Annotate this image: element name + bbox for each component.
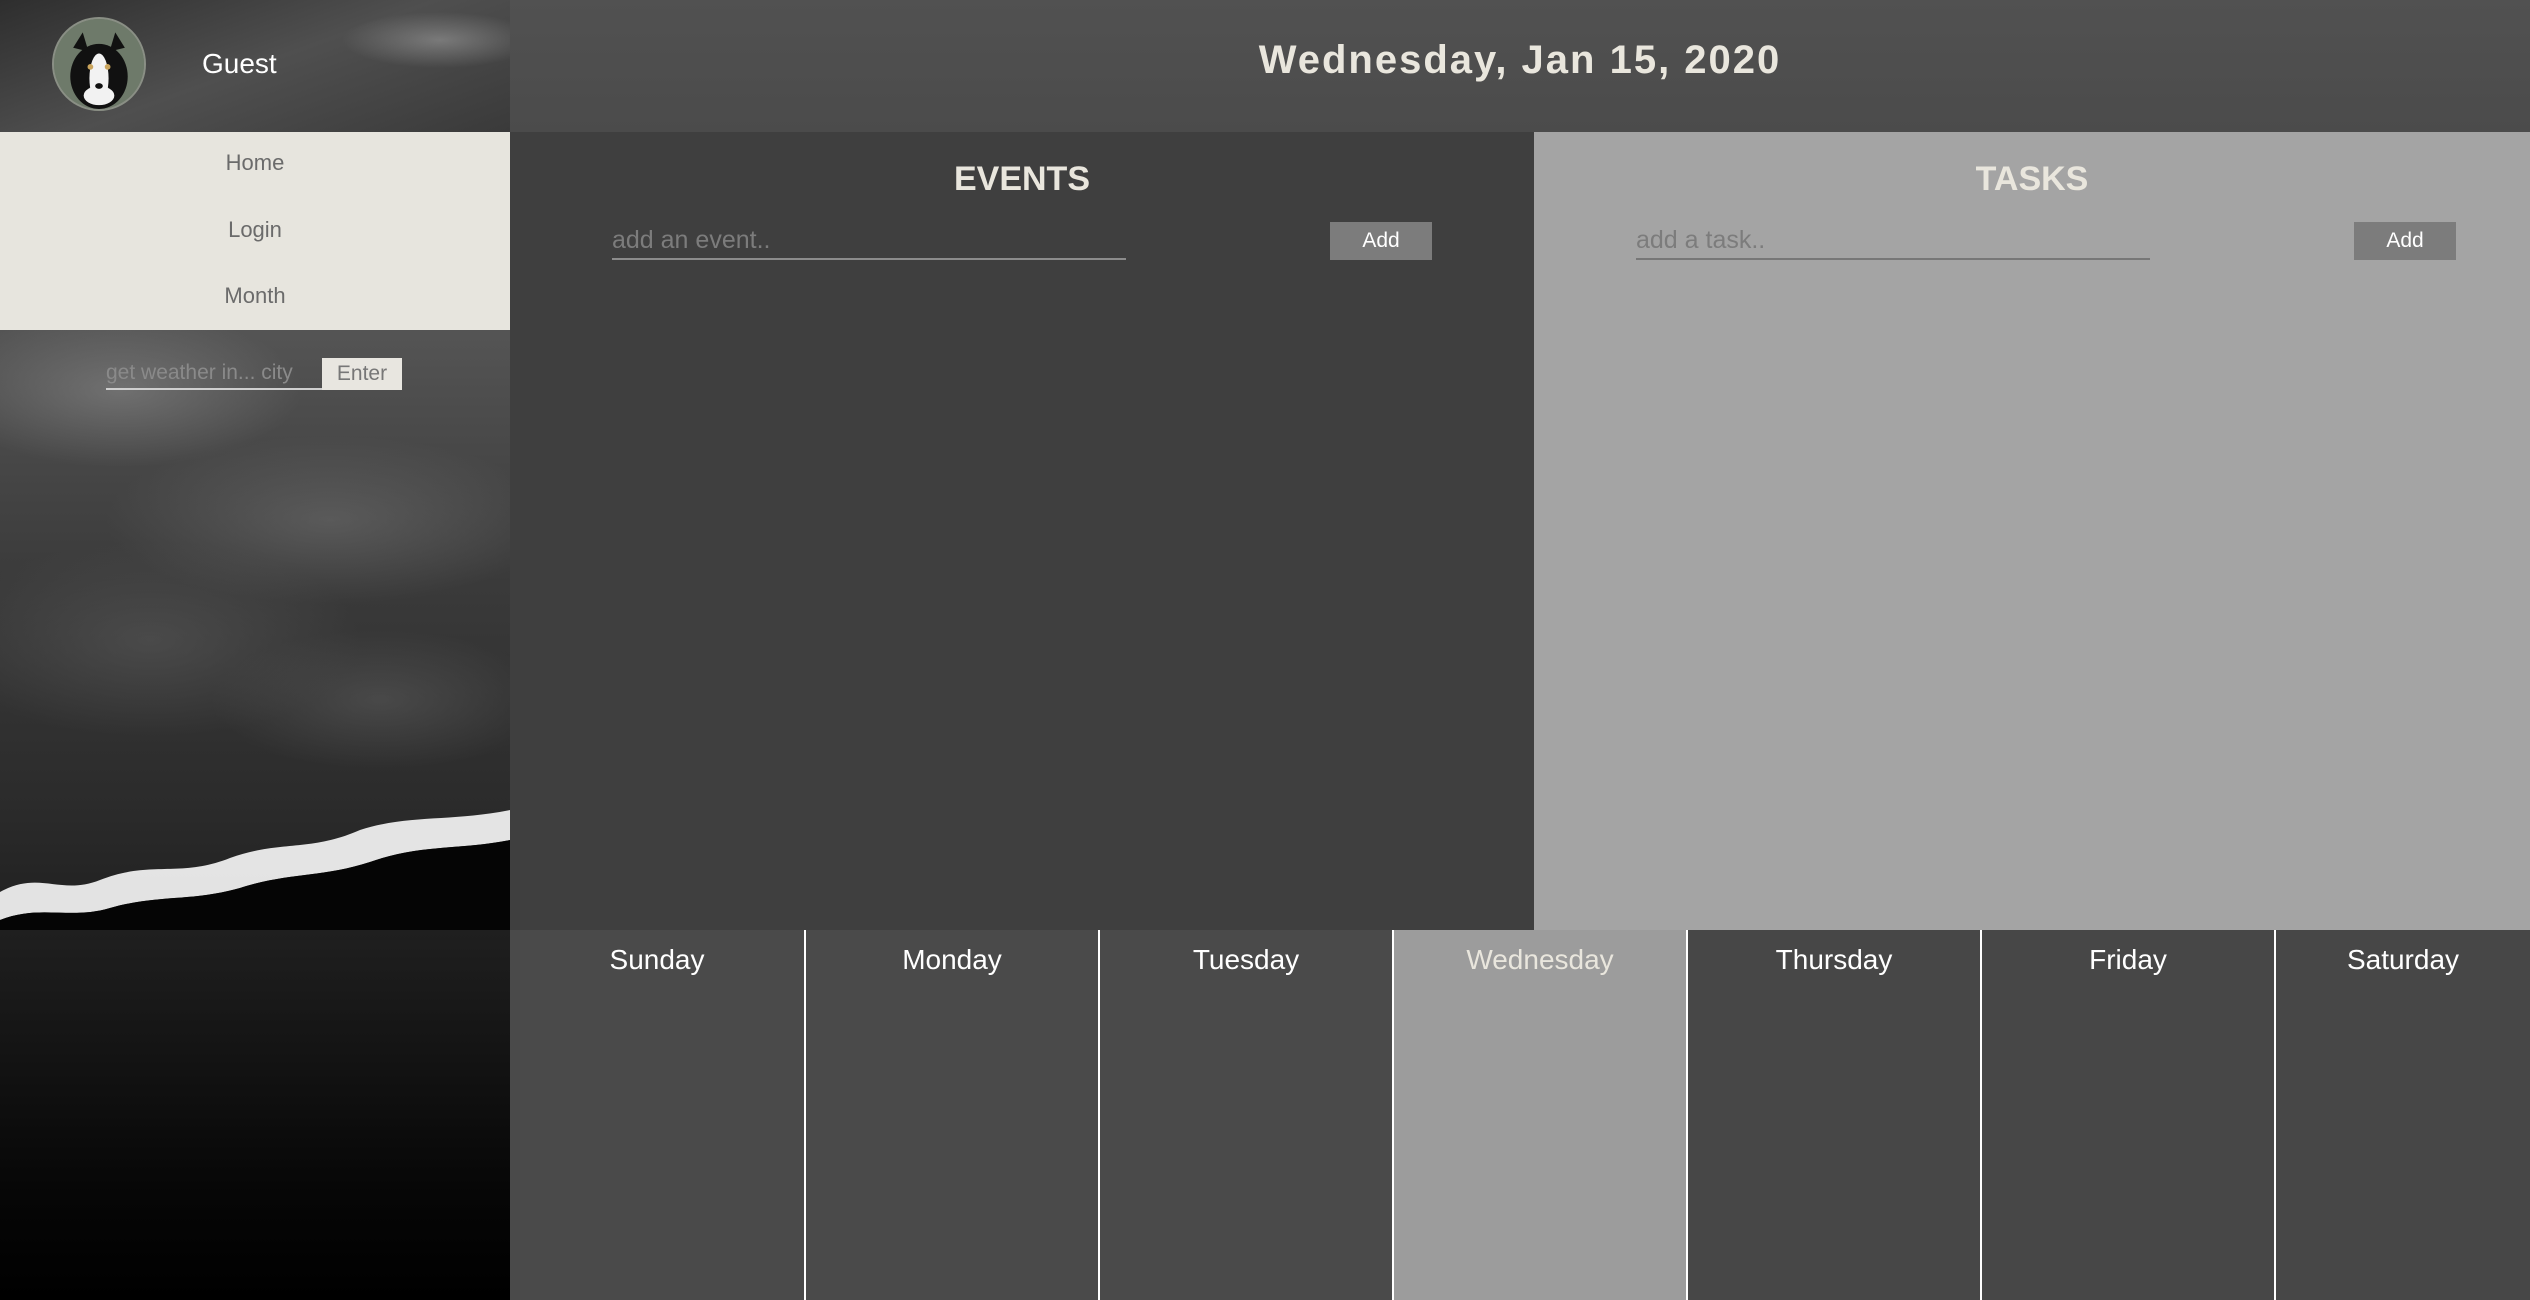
week-strip: Sunday Monday Tuesday Wednesday Thursday… xyxy=(510,930,2530,1300)
nav-item-login[interactable]: Login xyxy=(0,217,510,243)
day-column-tuesday[interactable]: Tuesday xyxy=(1098,930,1392,1300)
tasks-panel: TASKS Add xyxy=(1534,132,2530,930)
day-label: Monday xyxy=(902,944,1002,975)
tasks-title: TASKS xyxy=(1975,160,2089,198)
weather-enter-button[interactable]: Enter xyxy=(322,358,402,390)
profile-header: Guest xyxy=(0,0,510,132)
day-label: Saturday xyxy=(2346,944,2460,975)
avatar[interactable] xyxy=(52,17,146,111)
wave-foam-decoration xyxy=(0,810,510,930)
user-name: Guest xyxy=(202,48,277,79)
day-label: Thursday xyxy=(1775,944,1893,975)
day-label: Tuesday xyxy=(1192,944,1300,975)
day-column-saturday[interactable]: Saturday xyxy=(2274,930,2530,1300)
task-input[interactable] xyxy=(1636,222,2150,260)
day-label: Wednesday xyxy=(1466,944,1614,975)
nav-item-home[interactable]: Home xyxy=(0,150,510,176)
sidebar: Guest Home Login Month Enter xyxy=(0,0,510,1300)
day-column-monday[interactable]: Monday xyxy=(804,930,1098,1300)
add-task-button[interactable]: Add xyxy=(2354,222,2456,260)
nav-item-month[interactable]: Month xyxy=(0,283,510,309)
events-panel: EVENTS Add xyxy=(510,132,1534,930)
top-header: Wednesday, Jan 15, 2020 xyxy=(510,0,2530,132)
day-column-friday[interactable]: Friday xyxy=(1980,930,2274,1300)
day-label: Sunday xyxy=(609,944,705,975)
events-title: EVENTS xyxy=(953,160,1091,198)
day-column-wednesday[interactable]: Wednesday xyxy=(1392,930,1686,1300)
day-label: Friday xyxy=(2089,944,2167,975)
add-event-button[interactable]: Add xyxy=(1330,222,1432,260)
day-column-sunday[interactable]: Sunday xyxy=(510,930,804,1300)
current-date-title: Wednesday, Jan 15, 2020 xyxy=(1258,38,1782,82)
event-input[interactable] xyxy=(612,222,1126,260)
weather-city-input[interactable] xyxy=(106,358,322,390)
nav-menu: Home Login Month xyxy=(0,132,510,330)
dog-avatar-icon xyxy=(54,19,144,109)
weather-form: Enter xyxy=(106,358,402,390)
day-column-thursday[interactable]: Thursday xyxy=(1686,930,1980,1300)
